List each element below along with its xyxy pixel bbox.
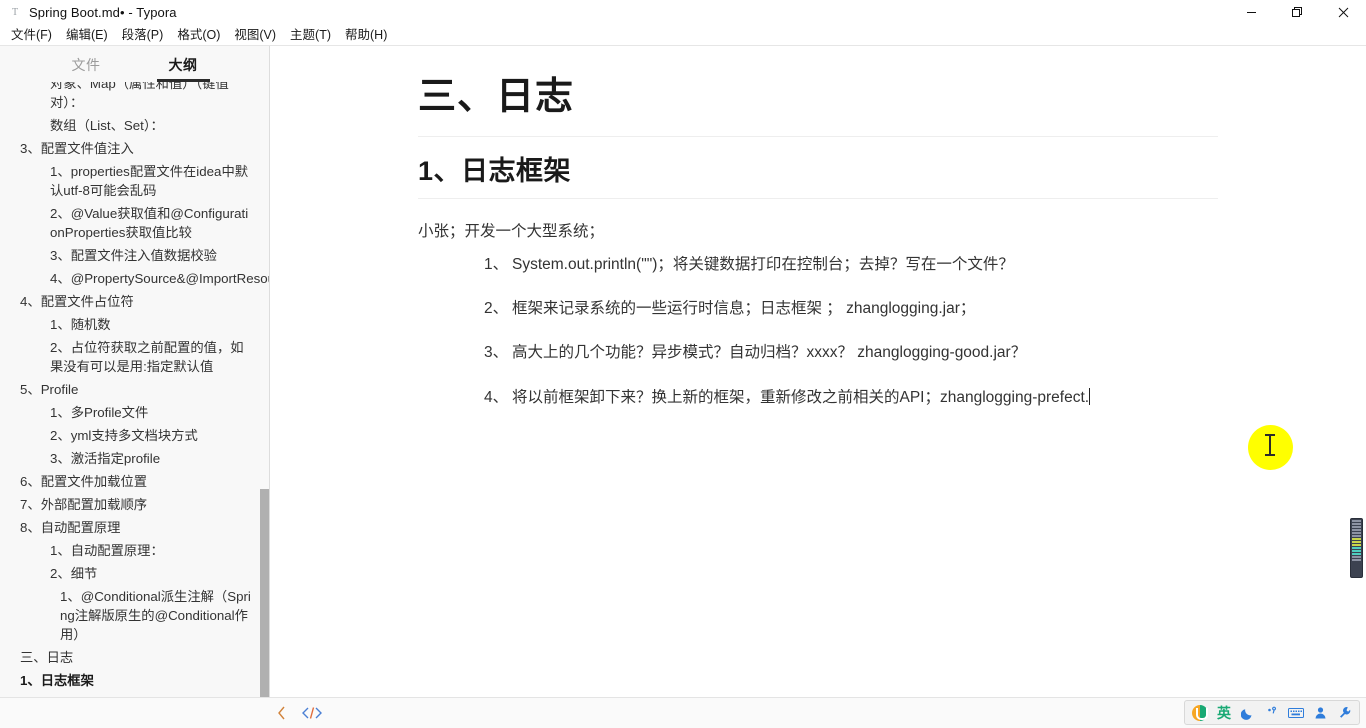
outline-item[interactable]: 1、@Conditional派生注解（Spring注解版原生的@Conditio… — [0, 585, 269, 646]
menu-edit[interactable]: 编辑(E) — [59, 24, 115, 46]
text-caret — [1089, 387, 1091, 405]
menu-help[interactable]: 帮助(H) — [338, 24, 394, 46]
outline-item[interactable]: 2、yml支持多文档块方式 — [0, 424, 269, 447]
mouse-cursor-highlight — [1248, 425, 1293, 470]
title-bar: T Spring Boot.md• - Typora — [0, 0, 1366, 24]
menu-file[interactable]: 文件(F) — [4, 24, 59, 46]
list-item-number: 4、 — [484, 388, 509, 406]
paragraph-intro: 小张；开发一个大型系统； — [418, 223, 605, 241]
typora-app-icon: T — [11, 6, 19, 18]
text-ibeam-cursor — [1265, 434, 1275, 456]
outline-item[interactable]: 三、日志 — [0, 646, 269, 669]
outline-item[interactable]: 3、激活指定profile — [0, 447, 269, 470]
outline-item[interactable]: 2、@Value获取值和@ConfigurationProperties获取值比… — [0, 202, 269, 244]
punctuation-icon[interactable] — [1263, 703, 1281, 723]
settings-wrench-icon[interactable] — [1335, 703, 1353, 723]
source-code-icon[interactable] — [301, 703, 323, 723]
moon-icon[interactable] — [1239, 703, 1257, 723]
outline-list: 对象、Map（属性和值）（键值对）： 数组（List、Set）： 3、配置文件值注入… — [0, 82, 269, 696]
sidebar-scrollbar-thumb[interactable] — [260, 489, 269, 697]
scrollbar-stripes — [1352, 520, 1361, 576]
ime-toolbar: 英 — [1184, 700, 1360, 725]
list-item-number: 1、 — [484, 255, 509, 273]
list-item[interactable]: 2、 框架来记录系统的一些运行时信息；日志框架 ； zhanglogging.ja… — [418, 296, 1218, 322]
outline-item[interactable]: 2、占位符获取之前配置的值，如果没有可以是用:指定默认值 — [0, 336, 269, 378]
app-body: 文件 大纲 对象、Map（属性和值）（键值对）： 数组（List、Set）： 3、配… — [0, 46, 1366, 697]
ordered-list: 1、 System.out.println("")；将关键数据打印在控制台；去掉？… — [418, 252, 1218, 411]
list-item-number: 2、 — [484, 299, 509, 317]
input-mode-english-icon[interactable]: 英 — [1215, 703, 1233, 723]
outline-item[interactable]: 3、配置文件值注入 — [0, 137, 269, 160]
list-item[interactable]: 4、 将以前框架卸下来？换上新的框架，重新修改之前相关的API；zhanglogg… — [418, 385, 1218, 411]
tab-files[interactable]: 文件 — [72, 55, 101, 82]
close-button[interactable] — [1320, 0, 1366, 24]
document-body[interactable]: 三、日志 1、日志框架 小张；开发一个大型系统； 1、 System.out.pr… — [418, 46, 1218, 411]
outline-item[interactable]: 1、随机数 — [0, 313, 269, 336]
heading-level-2: 1、日志框架 — [418, 155, 1218, 200]
menu-format[interactable]: 格式(O) — [170, 24, 227, 46]
tab-outline[interactable]: 大纲 — [156, 55, 210, 82]
outline-item[interactable]: 1、自动配置原理： — [0, 539, 269, 562]
minimize-button[interactable] — [1228, 0, 1274, 24]
list-item-text: System.out.println("")；将关键数据打印在控制台；去掉？写在… — [512, 255, 1014, 273]
outline-item[interactable]: 1、properties配置文件在idea中默认utf-8可能会乱码 — [0, 160, 269, 202]
heading-level-1: 三、日志 — [418, 74, 1218, 137]
outline-item[interactable]: 2、细节 — [0, 562, 269, 585]
outline-item[interactable]: 4、配置文件占位符 — [0, 290, 269, 313]
editor-pane: 三、日志 1、日志框架 小张；开发一个大型系统； 1、 System.out.pr… — [270, 46, 1366, 697]
list-item-text: 将以前框架卸下来？换上新的框架，重新修改之前相关的API；zhangloggin… — [512, 388, 1090, 406]
menu-view[interactable]: 视图(V) — [227, 24, 283, 46]
editor-scrollbar-thumb[interactable] — [1350, 518, 1363, 578]
status-bar: 英 — [0, 697, 1366, 728]
typora-window: T Spring Boot.md• - Typora 文件(F) 编辑(E) 段… — [0, 0, 1366, 728]
user-account-icon[interactable] — [1311, 703, 1329, 723]
soft-keyboard-icon[interactable] — [1287, 703, 1305, 723]
outline-item[interactable]: 1、多Profile文件 — [0, 401, 269, 424]
status-bar-left — [0, 703, 323, 723]
list-item[interactable]: 1、 System.out.println("")；将关键数据打印在控制台；去掉？… — [418, 252, 1218, 278]
menu-theme[interactable]: 主题(T) — [283, 24, 338, 46]
outline-item[interactable]: 对象、Map（属性和值）（键值对）： — [0, 82, 269, 114]
sidebar: 文件 大纲 对象、Map（属性和值）（键值对）： 数组（List、Set）： 3、配… — [0, 46, 270, 697]
list-item-number: 3、 — [484, 344, 509, 362]
outline-item[interactable]: 4、@PropertySource&@ImportResource&@Bean — [0, 267, 269, 290]
maximize-restore-button[interactable] — [1274, 0, 1320, 24]
outline-item[interactable]: 6、配置文件加载位置 — [0, 470, 269, 493]
window-title: Spring Boot.md• - Typora — [29, 4, 177, 20]
title-bar-left: T Spring Boot.md• - Typora — [0, 5, 177, 20]
outline-item[interactable]: 数组（List、Set）： — [0, 114, 269, 137]
sidebar-tabs: 文件 大纲 — [0, 46, 269, 82]
outline-panel: 对象、Map（属性和值）（键值对）： 数组（List、Set）： 3、配置文件值注入… — [0, 82, 269, 697]
outline-item[interactable]: 3、配置文件注入值数据校验 — [0, 244, 269, 267]
list-item[interactable]: 3、 高大上的几个功能？异步模式？自动归档？xxxx？ zhanglogging-… — [418, 340, 1218, 366]
back-chevron-icon[interactable] — [277, 703, 287, 723]
sidebar-scrollbar-track[interactable] — [260, 46, 269, 697]
menu-paragraph[interactable]: 段落(P) — [115, 24, 171, 46]
sogou-logo-icon[interactable] — [1191, 703, 1209, 723]
list-item-text: 框架来记录系统的一些运行时信息；日志框架 ； zhanglogging.jar； — [512, 299, 976, 317]
outline-item[interactable]: 5、Profile — [0, 378, 269, 401]
outline-item[interactable]: 7、外部配置加载顺序 — [0, 493, 269, 516]
menu-bar: 文件(F) 编辑(E) 段落(P) 格式(O) 视图(V) 主题(T) 帮助(H… — [0, 24, 1366, 46]
list-item-text: 高大上的几个功能？异步模式？自动归档？xxxx？ zhanglogging-go… — [512, 344, 1027, 362]
outline-item[interactable]: 1、日志框架 — [0, 669, 269, 692]
window-controls — [1228, 0, 1366, 24]
editor-scroll-area[interactable]: 三、日志 1、日志框架 小张；开发一个大型系统； 1、 System.out.pr… — [270, 46, 1366, 697]
outline-item[interactable]: 8、自动配置原理 — [0, 516, 269, 539]
